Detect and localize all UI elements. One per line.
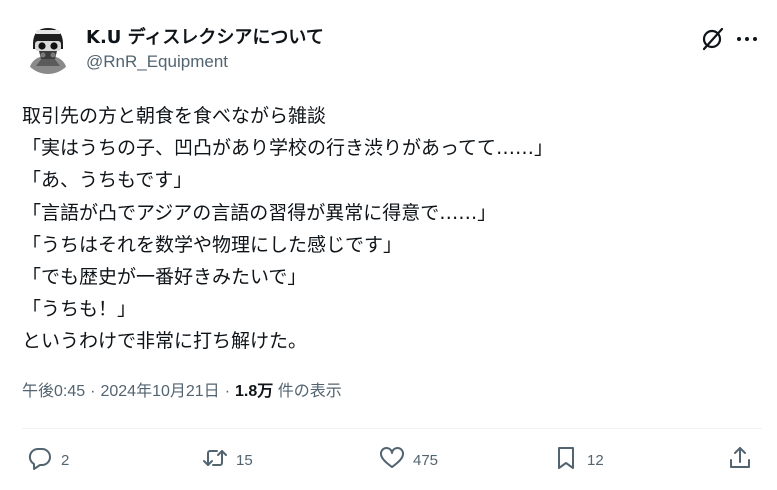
tweet-text-line: 「でも歴史が一番好きみたいで」 (22, 265, 307, 288)
tweet-text-line: 「実はうちの子、凹凸があり学校の行き渋りがあってて……」 (22, 137, 554, 160)
tweet-date[interactable]: 2024年10月21日 (100, 383, 219, 400)
like-button[interactable]: 475 (379, 444, 438, 476)
tweet-text-line: 取引先の方と朝食を食べながら雑談 (22, 105, 327, 127)
retweet-button[interactable]: 15 (202, 444, 253, 476)
views-label: 件の表示 (277, 383, 342, 400)
more-icon[interactable] (734, 26, 760, 52)
tweet-text: 取引先の方と朝食を食べながら雑談 「実はうちの子、凹凸があり学校の行き渋りがあっ… (22, 100, 752, 358)
handle[interactable]: @RnR_Equipment (86, 50, 324, 74)
bookmark-button[interactable]: 12 (553, 444, 604, 476)
like-icon (379, 445, 405, 475)
display-name[interactable]: K.U ディスレクシアについて (86, 26, 324, 50)
tweet-text-line: 「うちも！」 (22, 298, 137, 321)
avatar-image (22, 22, 74, 74)
tweet-header: K.U ディスレクシアについて @RnR_Equipment (22, 22, 762, 82)
meta-separator: · (224, 383, 231, 400)
divider (22, 428, 762, 429)
share-button[interactable] (727, 444, 753, 476)
action-bar: 2 15 475 12 (22, 444, 762, 476)
avatar[interactable] (22, 22, 74, 74)
tweet-text-line: 「あ、うちもです」 (22, 169, 193, 192)
tweet-text-line: というわけで非常に打ち解けた。 (22, 330, 308, 353)
reply-icon (27, 445, 53, 475)
author-names: K.U ディスレクシアについて @RnR_Equipment (86, 26, 324, 74)
like-count: 475 (413, 451, 439, 469)
grok-icon[interactable] (700, 26, 726, 52)
share-icon (727, 445, 753, 475)
tweet-time[interactable]: 午後0:45 (22, 383, 85, 400)
reply-count: 2 (61, 451, 70, 469)
retweet-icon (202, 445, 228, 475)
views-count[interactable]: 1.8万 (235, 383, 273, 400)
bookmark-count: 12 (587, 451, 604, 469)
reply-button[interactable]: 2 (27, 444, 69, 476)
retweet-count: 15 (236, 451, 253, 469)
tweet-meta: 午後0:45 · 2024年10月21日 · 1.8万 件の表示 (22, 377, 342, 401)
bookmark-icon (553, 445, 579, 475)
tweet: K.U ディスレクシアについて @RnR_Equipment 取引先の方と朝食を… (0, 0, 777, 490)
tweet-text-line: 「言語が凸でアジアの言語の習得が異常に得意で……」 (22, 201, 497, 224)
meta-separator: · (90, 383, 96, 400)
tweet-text-line: 「うちはそれを数学や物理にした感じです」 (22, 233, 403, 256)
